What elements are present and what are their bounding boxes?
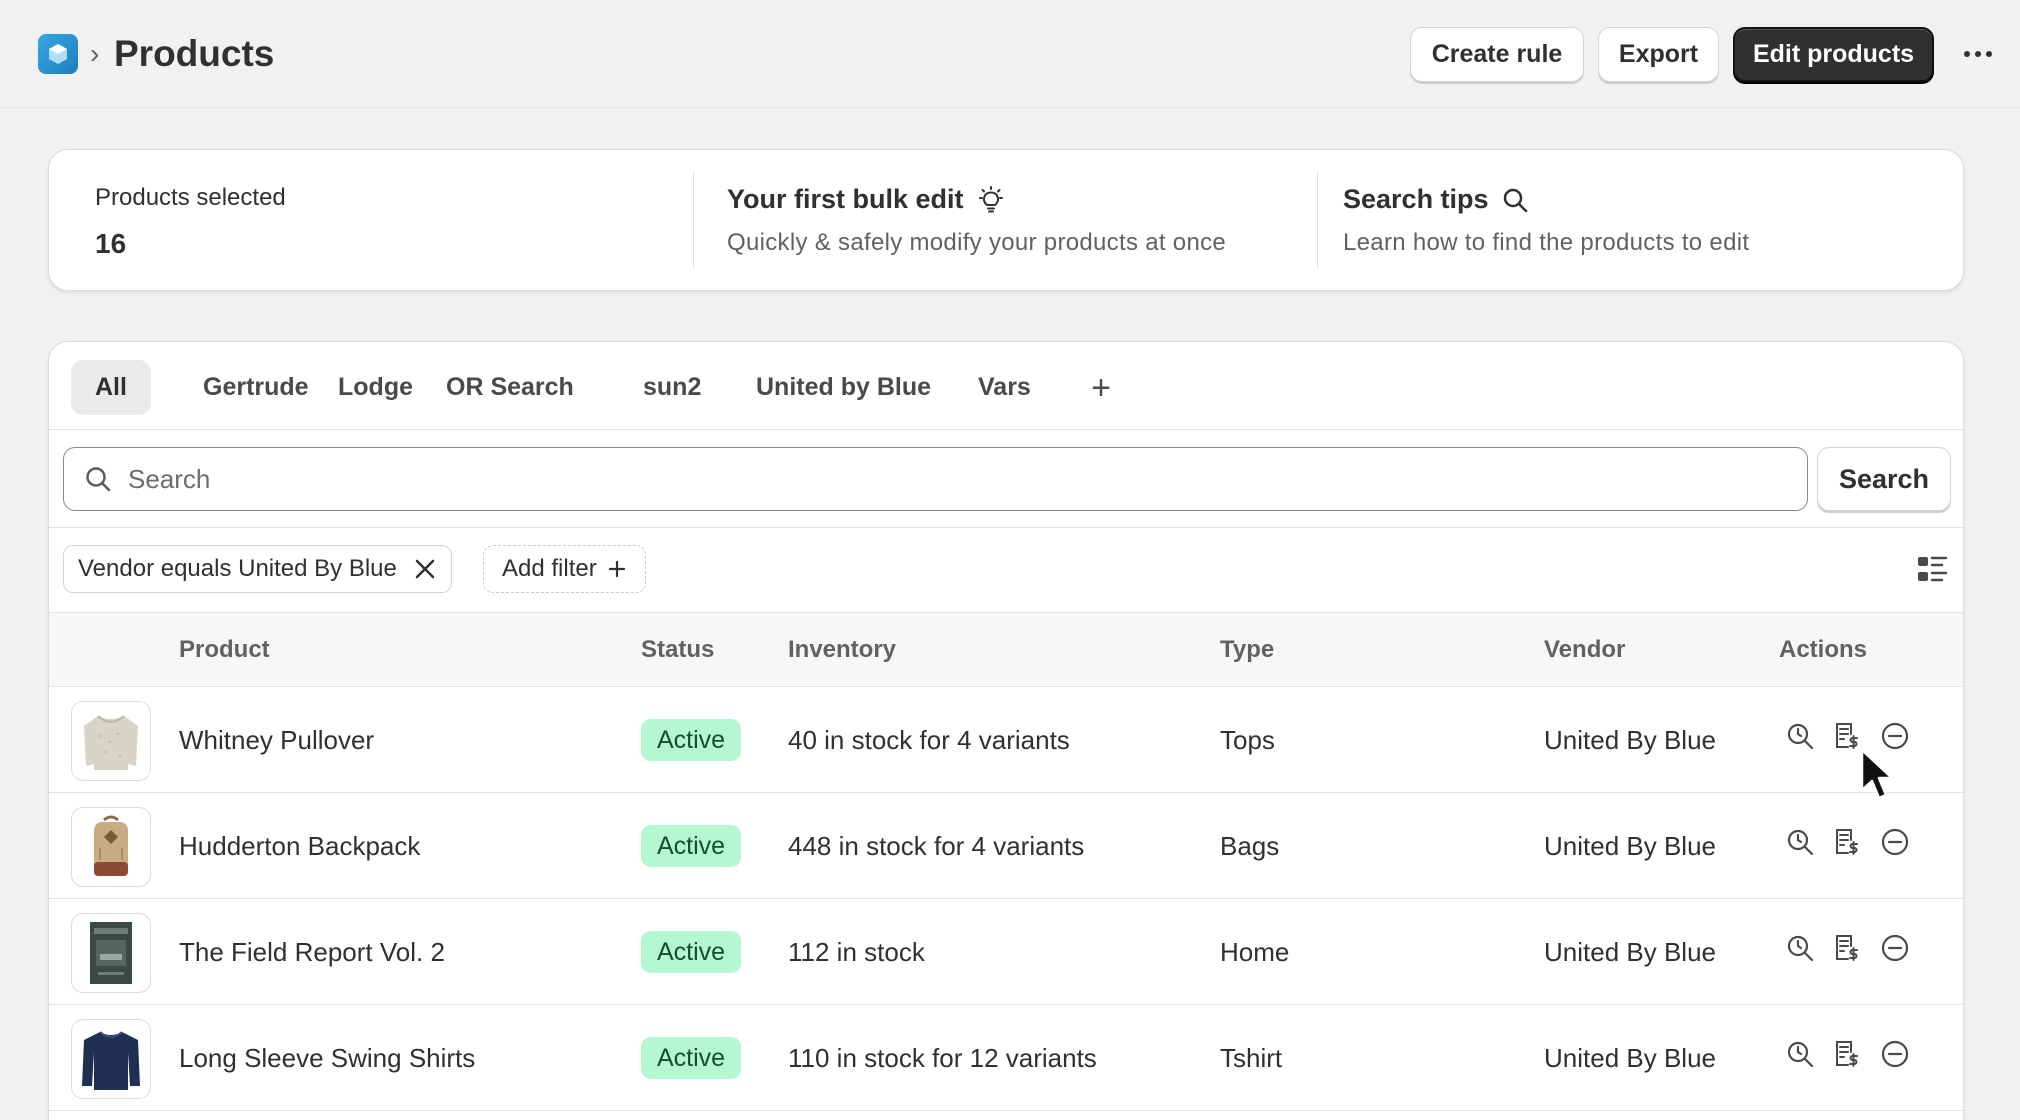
type-cell: Bags [1220, 830, 1280, 861]
info-card: Products selected 16 Your first bulk edi… [48, 149, 1964, 291]
search-row: Search [49, 430, 1963, 528]
product-name[interactable]: Long Sleeve Swing Shirts [179, 1005, 475, 1111]
bulk-edit-title: Your first bulk edit [727, 184, 964, 214]
search-field[interactable] [63, 447, 1808, 511]
product-name[interactable]: Whitney Pullover [179, 687, 374, 793]
column-vendor[interactable]: Vendor [1544, 613, 1625, 687]
edit-products-button[interactable]: Edit products [1733, 27, 1934, 82]
add-filter-button[interactable]: Add filter [483, 545, 646, 593]
bulk-edit-link[interactable]: Your first bulk edit [727, 184, 1006, 215]
tab-united-by-blue[interactable]: United by Blue [732, 360, 955, 415]
bulk-edit-subtitle: Quickly & safely modify your products at… [727, 229, 1227, 256]
table-row[interactable]: Whitney Pullover Active 40 in stock for … [49, 687, 1963, 793]
history-search-icon[interactable] [1783, 825, 1817, 859]
product-name[interactable]: Hudderton Backpack [179, 793, 420, 899]
product-thumbnail [71, 807, 151, 887]
price-list-icon[interactable] [1829, 1037, 1863, 1071]
price-list-icon[interactable] [1829, 825, 1863, 859]
divider [1317, 172, 1318, 268]
column-inventory[interactable]: Inventory [788, 613, 896, 687]
tab-vars[interactable]: Vars [954, 360, 1055, 415]
status-badge: Active [641, 825, 742, 867]
page-title: Products [114, 33, 275, 74]
history-search-icon[interactable] [1783, 931, 1817, 965]
search-icon [1503, 188, 1527, 212]
search-tips-title: Search tips [1343, 184, 1489, 214]
create-rule-button[interactable]: Create rule [1410, 27, 1584, 82]
add-filter-label: Add filter [502, 555, 597, 582]
products-selected-count: 16 [95, 228, 127, 259]
inventory-cell: 112 in stock [788, 936, 925, 967]
products-selected-label: Products selected [95, 184, 286, 211]
more-horizontal-icon [1964, 51, 1970, 57]
search-icon [86, 467, 111, 492]
table-row[interactable]: Long Sleeve Swing Shirts Active 110 in s… [49, 1005, 1963, 1111]
search-input[interactable] [128, 463, 1728, 495]
table-row[interactable]: The Field Report Vol. 2 Active 112 in st… [49, 899, 1963, 1005]
remove-circle-icon[interactable] [1878, 825, 1912, 859]
inventory-cell: 40 in stock for 4 variants [788, 724, 1070, 755]
plus-icon: + [1091, 368, 1111, 407]
close-icon[interactable] [413, 557, 437, 581]
status-badge: Active [641, 1037, 742, 1079]
tab-lodge[interactable]: Lodge [314, 360, 437, 415]
filter-chip-label: Vendor equals United By Blue [78, 555, 397, 582]
column-type[interactable]: Type [1220, 613, 1274, 687]
status-badge: Active [641, 719, 742, 761]
vendor-cell: United By Blue [1544, 830, 1716, 861]
column-product[interactable]: Product [179, 613, 270, 687]
app-logo-icon[interactable] [38, 34, 78, 74]
tab-gertrude[interactable]: Gertrude [179, 360, 333, 415]
top-bar: › Products Create rule Export Edit produ… [0, 0, 2020, 108]
type-cell: Tshirt [1220, 1042, 1283, 1073]
divider [693, 172, 694, 268]
breadcrumb-separator: › [90, 38, 100, 69]
table-row[interactable]: Hudderton Backpack Active 448 in stock f… [49, 793, 1963, 899]
mouse-cursor-icon [1860, 748, 1894, 800]
column-status[interactable]: Status [641, 613, 714, 687]
tab-or-search[interactable]: OR Search [422, 360, 598, 415]
type-cell: Home [1220, 936, 1290, 967]
vendor-filter-chip[interactable]: Vendor equals United By Blue [63, 545, 452, 593]
type-cell: Tops [1220, 724, 1275, 755]
view-toggle-icon[interactable] [1915, 552, 1949, 586]
tab-sun2[interactable]: sun2 [619, 360, 725, 415]
history-search-icon[interactable] [1783, 719, 1817, 753]
column-actions: Actions [1779, 636, 1868, 663]
product-thumbnail [71, 701, 151, 781]
table-header: Product Status Inventory Type Vendor Act… [49, 613, 1963, 687]
add-tab-button[interactable]: + [1079, 366, 1123, 410]
product-thumbnail [71, 1019, 151, 1099]
vendor-cell: United By Blue [1544, 1042, 1716, 1073]
search-button[interactable]: Search [1817, 447, 1951, 511]
history-search-icon[interactable] [1783, 1037, 1817, 1071]
vendor-cell: United By Blue [1544, 936, 1716, 967]
more-options-button[interactable] [1956, 36, 2000, 72]
product-name[interactable]: The Field Report Vol. 2 [179, 899, 445, 1005]
price-list-icon[interactable] [1829, 931, 1863, 965]
status-badge: Active [641, 931, 742, 973]
plus-icon [608, 560, 625, 578]
product-thumbnail [71, 913, 151, 993]
inventory-cell: 110 in stock for 12 variants [788, 1042, 1097, 1073]
export-button[interactable]: Export [1598, 27, 1719, 82]
search-tips-subtitle: Learn how to find the products to edit [1343, 229, 1750, 256]
products-table-card: All Gertrude Lodge OR Search sun2 United… [48, 341, 1964, 1120]
remove-circle-icon[interactable] [1878, 1037, 1912, 1071]
tab-all[interactable]: All [71, 360, 151, 415]
filter-row: Vendor equals United By Blue Add filter [49, 528, 1963, 613]
view-tabs: All Gertrude Lodge OR Search sun2 United… [49, 342, 1963, 430]
inventory-cell: 448 in stock for 4 variants [788, 830, 1085, 861]
remove-circle-icon[interactable] [1878, 931, 1912, 965]
lightbulb-icon [978, 185, 1003, 212]
search-tips-link[interactable]: Search tips [1343, 184, 1529, 215]
vendor-cell: United By Blue [1544, 724, 1716, 755]
